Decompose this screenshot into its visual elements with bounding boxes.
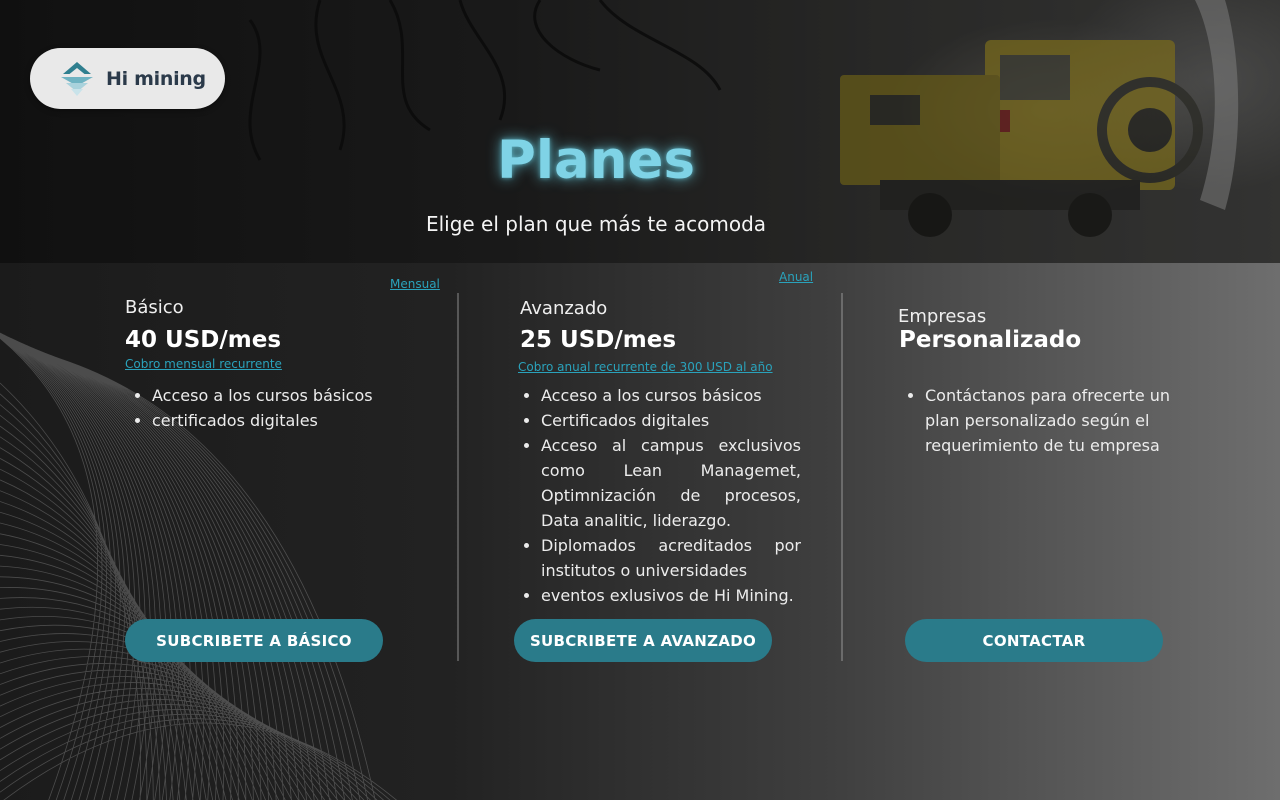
feature-item: eventos exlusivos de Hi Mining. — [519, 583, 801, 608]
feature-item: certificados digitales — [130, 408, 440, 433]
hero-banner: Hi mining Planes Elige el plan que más t… — [0, 0, 1280, 263]
column-divider — [457, 293, 459, 661]
brand-name: Hi mining — [106, 67, 206, 90]
page-subtitle: Elige el plan que más te acomoda — [425, 212, 767, 236]
mountain-logo-icon — [61, 61, 93, 96]
plan-price: 25 USD/mes — [520, 327, 677, 353]
plan-name: Básico — [125, 297, 184, 318]
billing-monthly-link[interactable]: Mensual — [390, 277, 440, 291]
feature-item: Acceso al campus exclusivos como Lean Ma… — [519, 433, 801, 533]
plan-billing-note: Cobro anual recurrente de 300 USD al año — [518, 360, 773, 374]
plan-name: Empresas — [898, 306, 987, 327]
subscribe-avanzado-button[interactable]: SUBCRIBETE A AVANZADO — [514, 619, 772, 662]
page-title: Planes — [497, 130, 695, 191]
plans-section: Mensual Anual Básico 40 USD/mes Cobro me… — [0, 263, 1280, 800]
plan-features-list: Contáctanos para ofrecerte un plan perso… — [903, 383, 1178, 458]
plan-name: Avanzado — [520, 298, 608, 319]
feature-item: Certificados digitales — [519, 408, 801, 433]
column-divider — [841, 293, 843, 661]
feature-item: Diplomados acreditados por institutos o … — [519, 533, 801, 583]
billing-annual-link[interactable]: Anual — [779, 270, 813, 284]
plan-price: 40 USD/mes — [125, 327, 282, 353]
contact-button[interactable]: CONTACTAR — [905, 619, 1163, 662]
feature-item: Contáctanos para ofrecerte un plan perso… — [903, 383, 1178, 458]
brand-logo[interactable]: Hi mining — [30, 48, 225, 109]
feature-item: Acceso a los cursos básicos — [130, 383, 440, 408]
subscribe-basico-button[interactable]: SUBCRIBETE A BÁSICO — [125, 619, 383, 662]
plan-features-list: Acceso a los cursos básicos Certificados… — [519, 383, 801, 608]
plan-price: Personalizado — [899, 327, 1082, 353]
feature-item: Acceso a los cursos básicos — [519, 383, 801, 408]
plan-billing-note: Cobro mensual recurrente — [125, 357, 282, 371]
plan-features-list: Acceso a los cursos básicos certificados… — [130, 383, 440, 433]
